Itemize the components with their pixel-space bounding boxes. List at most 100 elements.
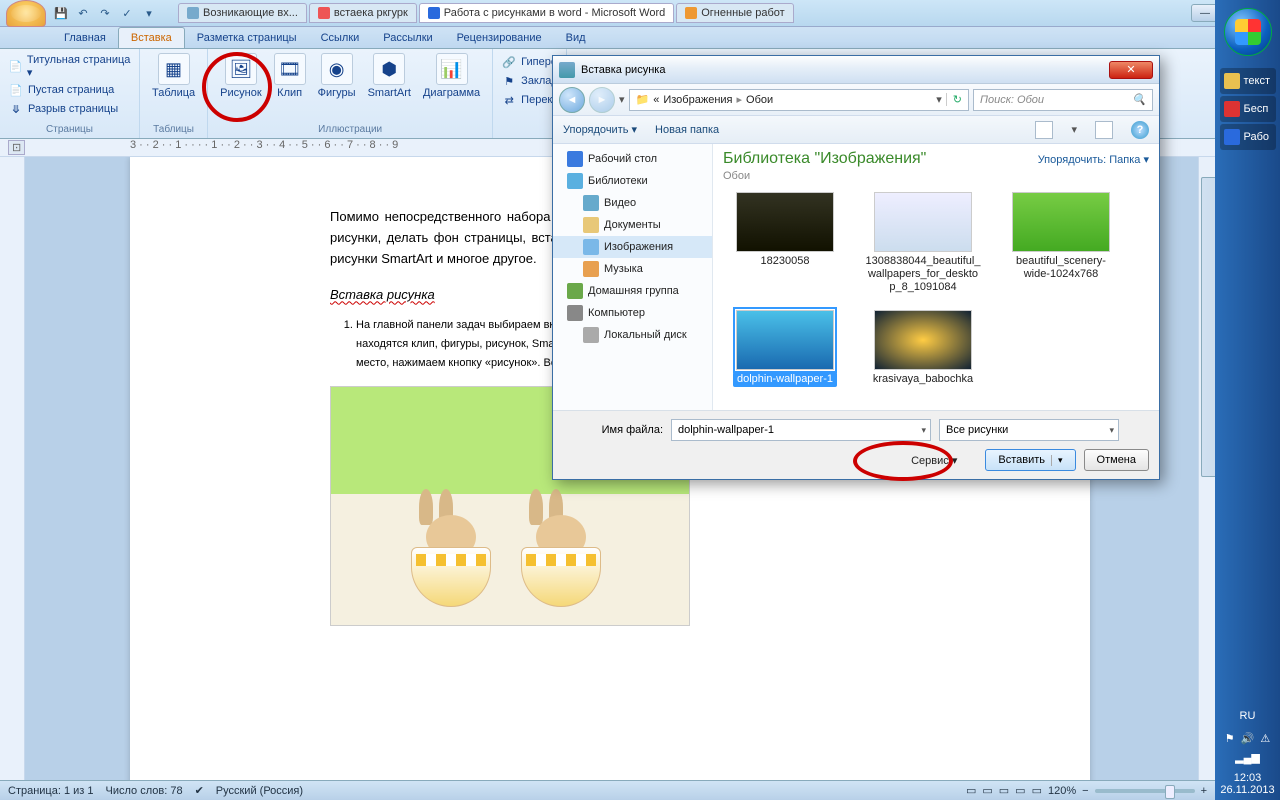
taskbar-item[interactable]: текст [1220,68,1276,94]
tree-item[interactable]: Видео [553,192,712,214]
filter-select[interactable]: Все рисунки [939,419,1119,441]
insert-button[interactable]: Вставить [985,449,1075,471]
tray-signal-icon[interactable]: ▂▄▆ [1235,751,1260,764]
qat-save-icon[interactable]: 💾 [52,4,70,22]
view-read-icon[interactable]: ▭ [982,784,992,797]
ribbon-icon: 🖼 [225,53,257,85]
dialog-toolbar: Упорядочить ▾ Новая папка ▾ ? [553,116,1159,144]
status-lang[interactable]: Русский (Россия) [216,785,303,797]
zoom-in-button[interactable]: + [1201,785,1207,797]
chevron-down-icon[interactable]: ▾ [1071,123,1077,136]
library-title: Библиотека "Изображения" [723,150,926,168]
tree-item[interactable]: Музыка [553,258,712,280]
breadcrumb-item[interactable]: Изображения [663,94,732,106]
tree-item[interactable]: Библиотеки [553,170,712,192]
status-page[interactable]: Страница: 1 из 1 [8,785,94,797]
window-tab[interactable]: Возникающие вх... [178,3,307,23]
taskbar-item[interactable]: Бесп [1220,96,1276,122]
preview-pane-button[interactable] [1095,121,1113,139]
vertical-scrollbar[interactable] [1198,157,1215,780]
office-button[interactable] [6,0,46,27]
folder-icon [583,217,599,233]
search-icon: 🔍 [1132,93,1146,106]
view-draft-icon[interactable]: ▭ [1032,784,1042,797]
breadcrumb-item[interactable]: Обои [746,94,773,106]
insert-table-button[interactable]: ▦ Таблица [146,51,201,101]
organize-button[interactable]: Упорядочить ▾ [563,123,637,136]
zoom-out-button[interactable]: − [1082,785,1088,797]
search-input[interactable]: Поиск: Обои 🔍 [973,89,1153,111]
tree-item[interactable]: Локальный диск [553,324,712,346]
tray-volume-icon[interactable]: 🔊 [1241,732,1255,745]
file-thumbnail[interactable]: krasivaya_babochka [861,310,985,387]
nav-forward-button[interactable]: ► [589,87,615,113]
tree-item[interactable]: Рабочий стол [553,148,712,170]
tray-clock[interactable]: 12:03 26.11.2013 [1220,766,1274,800]
start-button[interactable] [1224,8,1272,56]
ribbon-tab[interactable]: Вставка [118,27,185,48]
page-break-button[interactable]: ⤋Разрыв страницы [6,100,120,118]
vertical-ruler[interactable] [0,157,25,780]
insert-chart-button[interactable]: 📊Диаграмма [417,51,486,101]
tree-item[interactable]: Документы [553,214,712,236]
cover-page-button[interactable]: 📄Титульная страница ▾ [6,53,133,80]
qat-redo-icon[interactable]: ↷ [96,4,114,22]
sort-control[interactable]: Упорядочить: Папка ▾ [1038,153,1149,166]
tray-network-icon[interactable]: ⚠ [1260,732,1270,745]
insert-picture-button[interactable]: 🖼Рисунок [214,51,268,101]
new-folder-button[interactable]: Новая папка [655,124,719,136]
insert-clip-button[interactable]: 🎞Клип [268,51,312,101]
insert-shapes-button[interactable]: ◉Фигуры [312,51,362,101]
dialog-title: Вставка рисунка [581,64,665,76]
nav-back-button[interactable]: ◄ [559,87,585,113]
table-icon: ▦ [158,53,190,85]
blank-page-button[interactable]: 📄Пустая страница [6,81,116,99]
file-thumbnail[interactable]: dolphin-wallpaper-1 [723,310,847,387]
insert-smartart-button[interactable]: ⬢SmartArt [362,51,417,101]
window-tab[interactable]: Огненные работ [676,3,793,23]
window-tab[interactable]: встаека ркгурк [309,3,417,23]
taskbar-item[interactable]: Рабо [1220,124,1276,150]
view-print-icon[interactable]: ▭ [966,784,976,797]
bookmark-button[interactable]: ⚑Заклад [499,72,560,90]
ribbon-tab[interactable]: Разметка страницы [185,28,309,48]
folder-icon [583,239,599,255]
zoom-value[interactable]: 120% [1048,785,1076,797]
cancel-button[interactable]: Отмена [1084,449,1149,471]
ribbon-tab[interactable]: Рецензирование [445,28,554,48]
zoom-slider[interactable] [1095,789,1195,793]
help-icon[interactable]: ? [1131,121,1149,139]
filename-input[interactable]: dolphin-wallpaper-1 [671,419,931,441]
file-thumbnail[interactable]: 1308838044_beautiful_wallpapers_for_desk… [861,192,985,296]
ribbon-tab[interactable]: Вид [554,28,598,48]
qat-spell-icon[interactable]: ✓ [118,4,136,22]
tray-flag-icon[interactable]: ⚑ [1225,732,1235,745]
chevron-down-icon[interactable]: ▾ [936,93,942,106]
breadcrumb[interactable]: 📁 « Изображения ▸ Обои ▾ ↻ [629,89,969,111]
qat-more-icon[interactable]: ▾ [140,4,158,22]
thumbnail-label: 18230058 [757,254,814,269]
dialog-close-button[interactable]: ✕ [1109,61,1153,79]
dialog-titlebar[interactable]: Вставка рисунка ✕ [553,56,1159,84]
window-tab[interactable]: Работа с рисунками в word - Microsoft Wo… [419,3,674,23]
refresh-icon[interactable]: ↻ [946,93,962,106]
ribbon-tab[interactable]: Рассылки [371,28,444,48]
tree-item[interactable]: Изображения [553,236,712,258]
tools-button[interactable]: Сервис ▾ [911,454,957,467]
tree-item[interactable]: Компьютер [553,302,712,324]
ribbon-icon: ⬢ [373,53,405,85]
qat-undo-icon[interactable]: ↶ [74,4,92,22]
file-thumbnail[interactable]: 18230058 [723,192,847,296]
view-outline-icon[interactable]: ▭ [1015,784,1025,797]
ribbon-tab[interactable]: Ссылки [309,28,372,48]
status-proof-icon[interactable]: ✔ [195,784,204,797]
tree-item[interactable]: Домашняя группа [553,280,712,302]
file-thumbnail[interactable]: beautiful_scenery-wide-1024x768 [999,192,1123,296]
tray-lang[interactable]: RU [1240,710,1256,722]
status-words[interactable]: Число слов: 78 [106,785,183,797]
hyperlink-button[interactable]: 🔗Гиперс [499,53,558,71]
view-options-button[interactable] [1035,121,1053,139]
view-web-icon[interactable]: ▭ [999,784,1009,797]
ribbon-tab[interactable]: Главная [52,28,118,48]
nav-history-icon[interactable]: ▾ [619,93,625,106]
